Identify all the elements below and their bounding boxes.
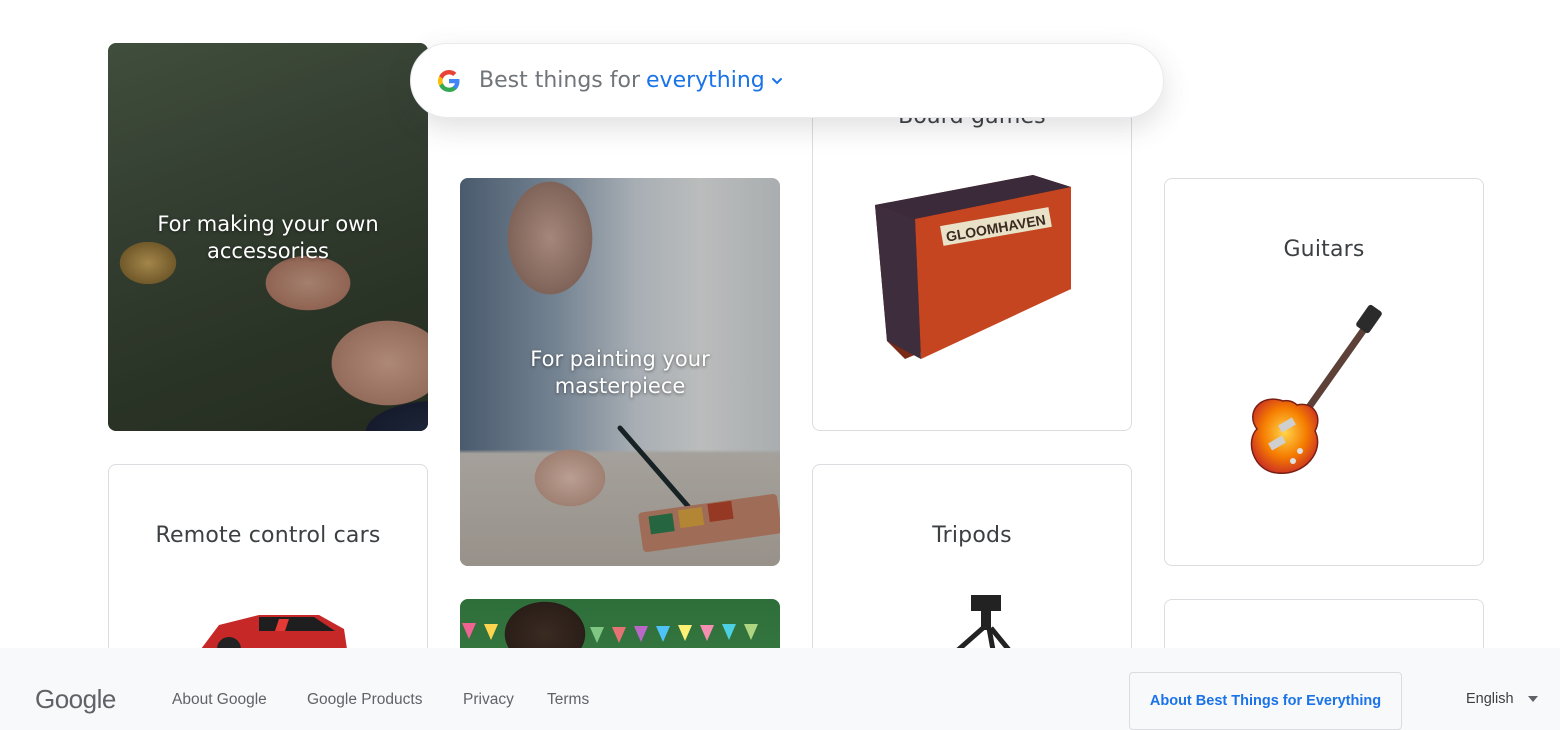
chevron-down-icon[interactable] — [771, 75, 783, 87]
electric-guitar-image — [1250, 304, 1382, 474]
card-title: For painting your masterpiece — [530, 347, 710, 398]
footer-link-privacy[interactable]: Privacy — [463, 691, 514, 709]
tripod-image — [956, 595, 1011, 650]
google-g-icon — [438, 69, 460, 92]
search-prefix-text: Best things for — [479, 68, 641, 93]
footer-link-google-products[interactable]: Google Products — [307, 691, 422, 709]
category-dropdown[interactable]: everything — [646, 68, 765, 93]
card-title: For making your own accessories — [157, 212, 379, 263]
language-label: English — [1466, 691, 1514, 707]
card-title: Guitars — [1283, 237, 1365, 262]
gloomhaven-box-image: GLOOMHAVEN — [875, 175, 1071, 359]
language-selector[interactable]: English — [1466, 691, 1538, 707]
card-title: Tripods — [932, 523, 1012, 548]
google-logo[interactable]: Google — [35, 684, 116, 715]
bunting-decoration — [462, 623, 758, 643]
footer-link-terms[interactable]: Terms — [547, 691, 589, 709]
card-making-accessories[interactable]: For making your own accessories — [108, 43, 428, 431]
footer-link-about-google[interactable]: About Google — [172, 691, 267, 709]
card-title: Remote control cars — [155, 523, 381, 548]
search-bar[interactable]: Best things for everything — [410, 43, 1164, 118]
card-painting-masterpiece[interactable]: For painting your masterpiece — [460, 178, 780, 566]
card-guitars[interactable]: Guitars — [1164, 178, 1484, 566]
about-best-things-button[interactable]: About Best Things for Everything — [1129, 672, 1402, 730]
caret-down-icon — [1527, 696, 1538, 702]
